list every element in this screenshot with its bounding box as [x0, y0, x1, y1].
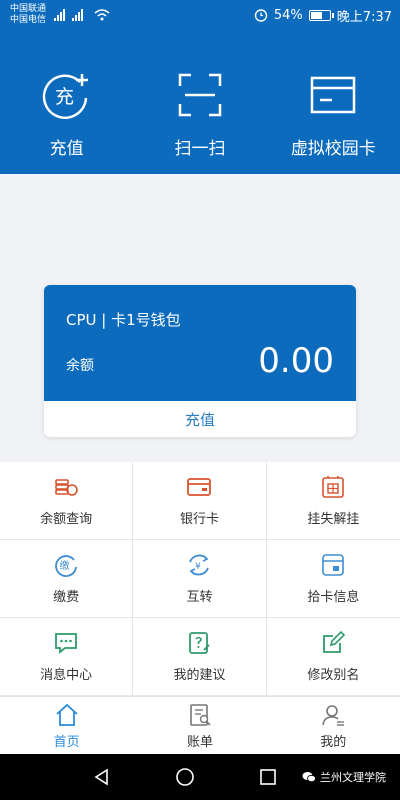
virtual-card-icon [308, 70, 358, 120]
grid-item-edit-alias[interactable]: 修改别名 [266, 618, 400, 696]
scan-icon [175, 70, 225, 120]
edit-alias-icon [323, 630, 346, 653]
grid-item-transfer[interactable]: ¥ 互转 [133, 540, 267, 618]
recents-button[interactable] [256, 765, 280, 789]
virtual-card-label: 虚拟校园卡 [290, 139, 376, 159]
back-button[interactable] [90, 765, 114, 789]
grid-item-balance-query[interactable]: 余额查询 [0, 462, 134, 540]
battery-icon [308, 9, 334, 21]
carrier-2: 中国电信 [10, 15, 47, 25]
transfer-icon: ¥ [189, 554, 210, 576]
grid-item-message-center[interactable]: 消息中心 [0, 618, 134, 696]
bill-icon [190, 703, 211, 726]
battery-percent: 54% [273, 7, 303, 23]
transfer-glyph: ¥ [195, 562, 201, 572]
home-circle-icon [176, 768, 194, 786]
tab-bar: 首页 账单 我的 [0, 696, 400, 754]
payment-icon: 缴 [55, 555, 78, 577]
wallet-card[interactable]: CPU | 卡1号钱包 余额 0.00 充值 [44, 285, 356, 437]
recharge-label: 充值 [49, 139, 84, 159]
tab-home[interactable]: 首页 [17, 702, 117, 750]
grid-label: 拾卡信息 [307, 590, 360, 605]
tab-label: 账单 [186, 734, 213, 750]
recharge-icon: 充 [42, 70, 92, 120]
card-recharge-button[interactable]: 充值 [44, 401, 356, 437]
balance-label: 余额 [66, 358, 94, 374]
status-bar: 中国联通 中国电信 54% 晚上7:37 [0, 0, 400, 30]
grid-item-suggestion[interactable]: 我的建议 [133, 618, 267, 696]
recharge-glyph: 充 [55, 86, 74, 108]
home-icon [56, 703, 78, 726]
grid-label: 缴费 [53, 590, 80, 605]
coins-icon [55, 479, 78, 496]
recharge-action[interactable]: 充 充值 [2, 70, 132, 159]
tab-label: 我的 [320, 734, 347, 750]
payment-glyph: 缴 [60, 559, 70, 572]
signal-icon [54, 9, 84, 21]
grid-label: 消息中心 [40, 668, 93, 683]
grid-label: 互转 [186, 590, 213, 605]
watermark: 兰州文理学院 [302, 769, 386, 785]
grid-label: 银行卡 [179, 512, 219, 527]
carrier-1: 中国联通 [10, 4, 47, 14]
suggestion-icon [189, 632, 211, 654]
grid-label: 我的建议 [173, 668, 226, 683]
clock: 晚上7:37 [336, 9, 392, 25]
tab-label: 首页 [53, 734, 80, 750]
profile-icon [322, 704, 345, 726]
tab-profile[interactable]: 我的 [283, 702, 383, 750]
signal-icons [52, 8, 110, 22]
battery-fill [310, 11, 322, 19]
message-icon [55, 633, 78, 654]
wallet-title: CPU | 卡1号钱包 [66, 311, 181, 329]
recents-square-icon [260, 769, 277, 785]
scan-action[interactable]: 扫一扫 [135, 70, 265, 159]
back-triangle-icon [94, 768, 108, 786]
bank-card-icon [187, 478, 212, 496]
balance-value: 0.00 [258, 341, 334, 381]
wallet-card-header: CPU | 卡1号钱包 余额 0.00 [44, 285, 356, 401]
wechat-icon [302, 772, 316, 783]
wifi-icon [94, 9, 110, 21]
virtual-card-action[interactable]: 虚拟校园卡 [268, 70, 398, 159]
grid-item-bank-card[interactable]: 银行卡 [133, 462, 267, 540]
status-right: 54% 晚上7:37 [254, 6, 392, 25]
grid-label: 修改别名 [307, 668, 360, 683]
carriers: 中国联通 中国电信 [10, 4, 46, 26]
alarm-icon [254, 9, 268, 22]
scan-label: 扫一扫 [174, 139, 226, 159]
grid-label: 挂失解挂 [307, 512, 360, 527]
grid-item-found-card[interactable]: 拾卡信息 [266, 540, 400, 618]
tab-bill[interactable]: 账单 [150, 702, 250, 750]
header: 充 充值 扫一扫 虚拟校园卡 [0, 30, 400, 174]
watermark-text: 兰州文理学院 [320, 771, 386, 784]
status-left: 中国联通 中国电信 [10, 4, 110, 26]
grid-label: 余额查询 [40, 512, 93, 527]
found-card-icon [322, 554, 345, 576]
report-loss-icon [322, 476, 345, 498]
home-button[interactable] [173, 765, 197, 789]
function-grid: 余额查询 银行卡 挂失解挂 缴 缴费 ¥ 互转 拾卡信息 消息中心 我的建议 修… [0, 462, 400, 696]
grid-item-report-loss[interactable]: 挂失解挂 [266, 462, 400, 540]
grid-item-payment[interactable]: 缴 缴费 [0, 540, 134, 618]
